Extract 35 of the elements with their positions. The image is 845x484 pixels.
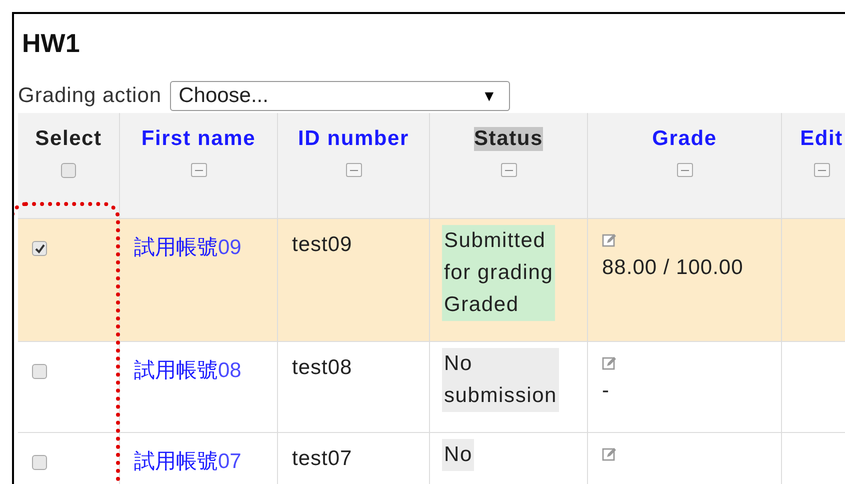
column-header-link[interactable]: First name [141, 127, 256, 151]
id-number: test09 [292, 233, 352, 257]
status-label: No [442, 439, 474, 471]
status-label: Submitted for grading Graded [442, 225, 556, 321]
caret-icon: ▼ [482, 88, 497, 104]
column-header: Select [35, 127, 102, 151]
column-header-link[interactable]: Grade [652, 127, 717, 151]
collapse-icon[interactable] [676, 163, 692, 177]
grade-value: - [602, 379, 610, 403]
status-label: No submission [442, 348, 560, 412]
grading-action-label: Grading action [18, 84, 162, 108]
column-header-link[interactable]: ID number [298, 127, 410, 151]
collapse-icon[interactable] [346, 163, 362, 177]
edit-icon[interactable] [602, 233, 617, 248]
row-checkbox[interactable] [32, 364, 47, 379]
name-link[interactable]: 試用帳號08 [134, 356, 242, 384]
collapse-icon[interactable] [190, 163, 206, 177]
id-number: test07 [292, 447, 352, 471]
column-header: Status [474, 127, 543, 151]
collapse-icon[interactable] [500, 163, 516, 177]
page-title: HW1 [22, 28, 80, 59]
collapse-icon[interactable] [814, 163, 830, 177]
row-checkbox[interactable] [32, 455, 47, 470]
name-link[interactable]: 試用帳號09 [134, 233, 242, 261]
edit-icon[interactable] [602, 447, 617, 462]
row-checkbox[interactable] [32, 241, 47, 256]
id-number: test08 [292, 356, 352, 380]
column-header-link[interactable]: Edit [800, 127, 843, 151]
select-all-checkbox[interactable] [61, 163, 76, 178]
table-row[interactable]: 試用帳號08 test08 No submission - [18, 342, 845, 433]
edit-icon[interactable] [602, 356, 617, 371]
table-row[interactable]: 試用帳號09 test09 Submitted for grading Graded 88.00 / 100.00 [18, 219, 845, 342]
grading-action-dropdown[interactable]: Choose... ▼ [170, 81, 510, 111]
grade-value: 88.00 / 100.00 [602, 256, 744, 280]
name-link[interactable]: 試用帳號07 [134, 447, 242, 475]
